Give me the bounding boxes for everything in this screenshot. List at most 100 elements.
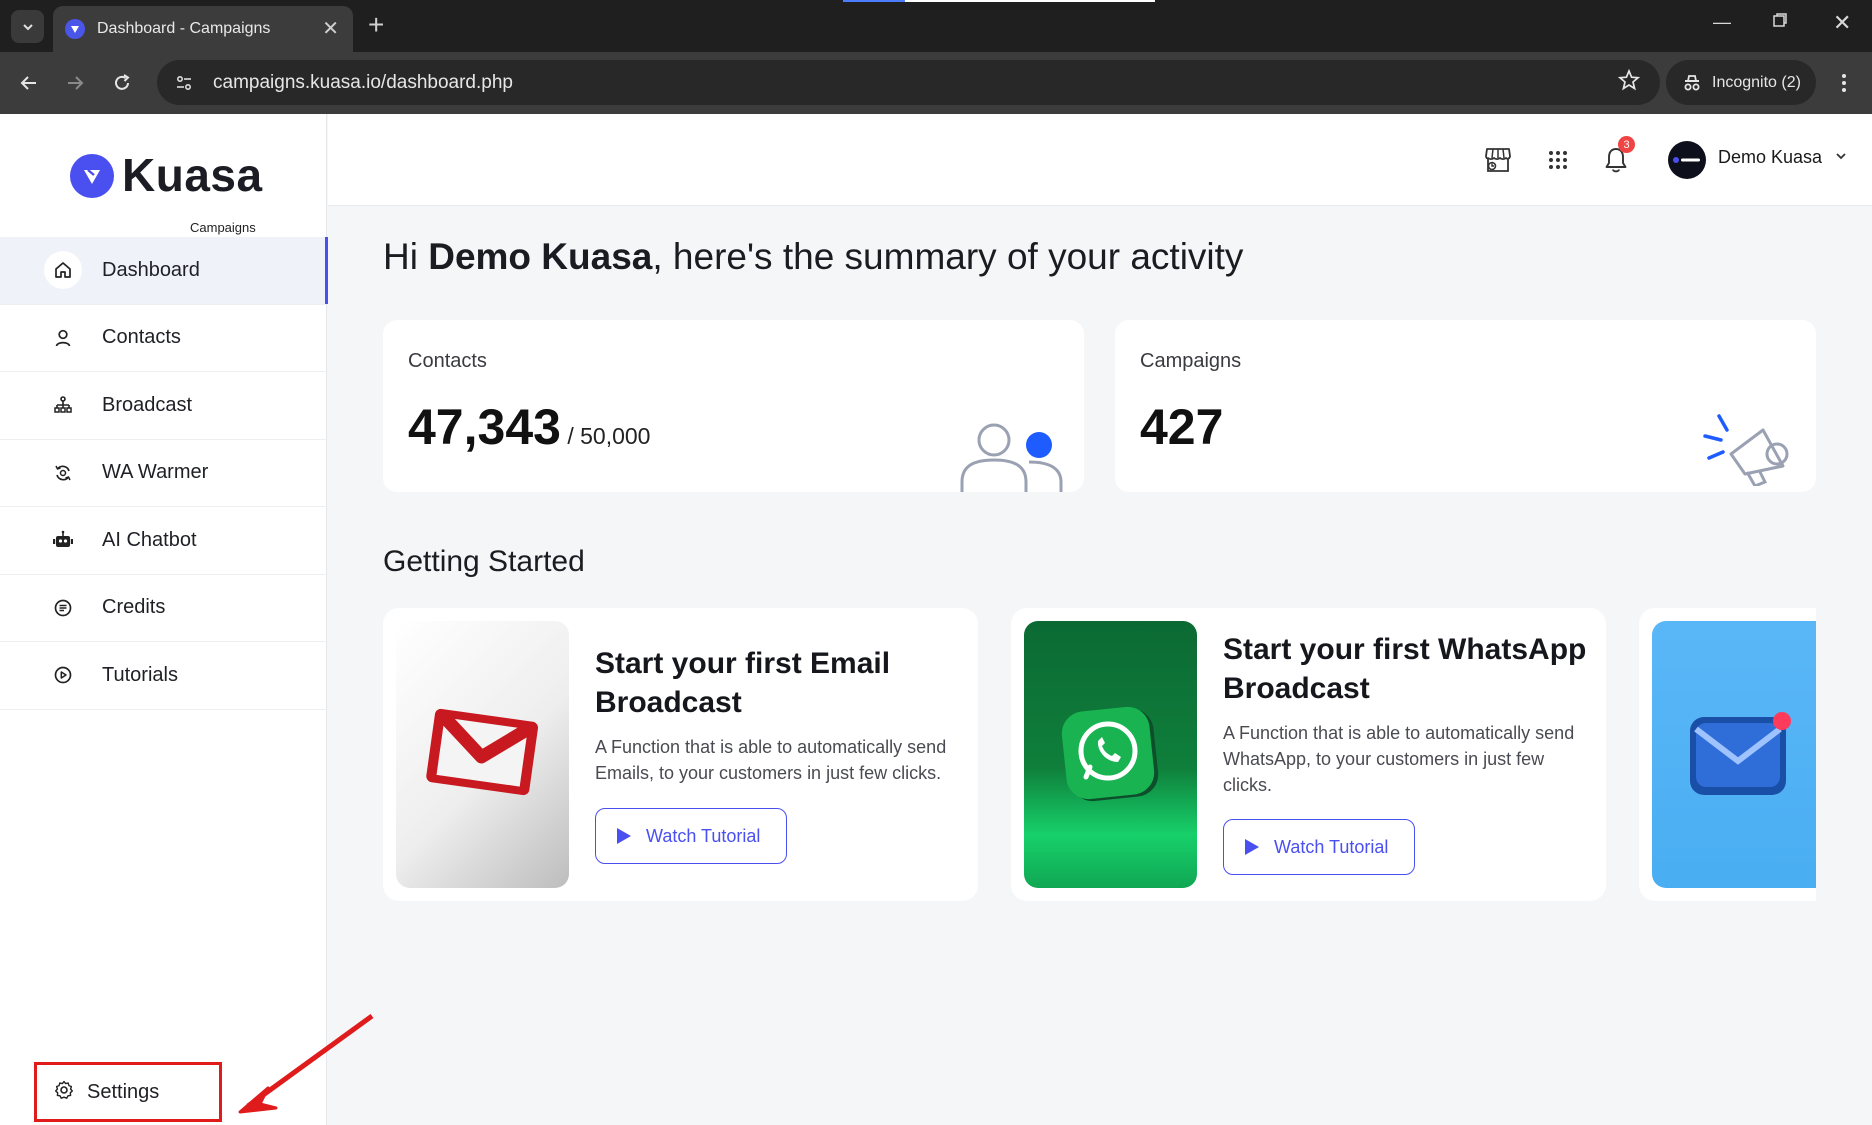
browser-tab-bar: Dashboard - Campaigns ✕ + — ✕	[0, 0, 1872, 52]
bookmark-star-icon[interactable]	[1617, 68, 1641, 96]
sidebar-item-label: Settings	[87, 1080, 160, 1103]
incognito-label: Incognito (2)	[1712, 73, 1801, 91]
kuasa-logo[interactable]: Kuasa Campaigns	[70, 144, 270, 235]
avatar[interactable]	[1668, 141, 1706, 179]
arrow-right-icon	[68, 76, 84, 90]
gear-icon	[53, 1079, 75, 1106]
browser-tab-active[interactable]: Dashboard - Campaigns ✕	[53, 6, 353, 52]
whatsapp-broadcast-card: Start your first WhatsApp Broadcast A Fu…	[1011, 608, 1606, 901]
card-description: A Function that is able to automatically…	[1223, 723, 1575, 795]
play-icon	[617, 828, 631, 844]
tab-search-button[interactable]	[11, 10, 44, 43]
browser-toolbar: campaigns.kuasa.io/dashboard.php Incogni…	[0, 52, 1872, 114]
store-icon[interactable]	[1480, 142, 1516, 178]
minimize-icon[interactable]: —	[1713, 12, 1731, 33]
sidebar-item-label: Broadcast	[102, 393, 193, 416]
sidebar-item-label: Dashboard	[102, 258, 200, 281]
warmer-icon	[44, 454, 82, 492]
forward-button[interactable]	[60, 68, 90, 98]
card-description: A Function that is able to automatically…	[595, 737, 947, 783]
chevron-down-icon[interactable]	[1834, 149, 1848, 163]
restore-icon[interactable]	[1772, 12, 1788, 33]
contacts-stat-value: 47,343 / 50,000	[408, 398, 650, 456]
notification-badge: 3	[1618, 136, 1635, 153]
card-title: Start your first Email Broadcast	[595, 647, 891, 719]
whatsapp-icon	[1061, 706, 1159, 802]
greeting-prefix: Hi	[383, 236, 429, 277]
arrow-left-icon	[20, 76, 36, 90]
getting-started-heading: Getting Started	[383, 545, 585, 578]
sidebar-item-label: Tutorials	[102, 663, 178, 686]
sidebar-item-credits[interactable]: Credits	[0, 575, 327, 642]
contacts-illustration-icon	[960, 423, 1063, 492]
sidebar-item-broadcast[interactable]: Broadcast	[0, 372, 327, 440]
user-name[interactable]: Demo Kuasa	[1718, 147, 1822, 168]
incognito-indicator[interactable]: Incognito (2)	[1666, 60, 1816, 105]
play-icon	[1245, 839, 1259, 855]
notification-bell-button[interactable]: 3	[1598, 136, 1635, 178]
reload-icon	[115, 74, 130, 90]
url-text: campaigns.kuasa.io/dashboard.php	[213, 71, 513, 93]
incognito-icon	[1684, 74, 1700, 90]
megaphone-icon	[1703, 414, 1789, 486]
address-bar[interactable]: campaigns.kuasa.io/dashboard.php	[157, 60, 1660, 105]
sidebar-item-settings[interactable]: Settings	[34, 1062, 222, 1122]
contacts-stat-card[interactable]: Contacts 47,343 / 50,000	[383, 320, 1084, 492]
annotation-arrow-icon	[238, 1013, 374, 1114]
campaigns-stat-card[interactable]: Campaigns 427	[1115, 320, 1816, 492]
sidebar-item-ai-chatbot[interactable]: AI Chatbot	[0, 507, 327, 575]
logo-subtitle: Campaigns	[190, 220, 256, 235]
contacts-limit: / 50,000	[560, 423, 651, 449]
sidebar: Kuasa Campaigns Dashboard Contacts Broad…	[0, 114, 328, 1125]
close-tab-icon[interactable]: ✕	[322, 19, 339, 39]
contacts-count: 47,343	[408, 399, 561, 455]
reload-button[interactable]	[107, 68, 137, 98]
sidebar-item-label: WA Warmer	[102, 461, 209, 484]
app-header: 3 Demo Kuasa	[328, 114, 1872, 206]
campaigns-stat-label: Campaigns	[1140, 350, 1242, 372]
envelope-icon	[1690, 712, 1791, 795]
greeting-user-name: Demo Kuasa	[428, 236, 653, 277]
campaigns-stat-value: 427	[1140, 399, 1224, 455]
chevron-down-icon	[22, 23, 33, 30]
sidebar-item-dashboard[interactable]: Dashboard	[0, 237, 328, 305]
mail-thumbnail	[1652, 621, 1816, 888]
close-window-icon[interactable]: ✕	[1833, 10, 1851, 36]
button-label: Watch Tutorial	[1274, 836, 1389, 857]
new-tab-button[interactable]: +	[368, 10, 384, 40]
page-title: Hi Demo Kuasa, here's the summary of you…	[383, 236, 1243, 278]
robot-icon	[44, 521, 82, 559]
play-circle-icon	[44, 656, 82, 694]
broadcast-icon	[44, 386, 82, 424]
third-broadcast-card	[1639, 608, 1816, 901]
apps-grid-icon[interactable]	[1540, 142, 1576, 178]
email-thumbnail	[396, 621, 569, 888]
tab-title: Dashboard - Campaigns	[97, 20, 271, 37]
sidebar-item-contacts[interactable]: Contacts	[0, 305, 327, 372]
user-icon	[44, 319, 82, 357]
email-broadcast-card: Start your first Email Broadcast A Funct…	[383, 608, 978, 901]
sidebar-nav: Dashboard Contacts Broadcast WA Warmer A…	[0, 237, 328, 710]
whatsapp-thumbnail	[1024, 621, 1197, 888]
gmail-icon	[426, 708, 539, 796]
home-icon	[44, 251, 82, 290]
watch-tutorial-button[interactable]: Watch Tutorial	[1223, 819, 1415, 875]
sidebar-item-label: Credits	[102, 596, 166, 619]
logo-wordmark: Kuasa	[122, 149, 263, 201]
back-button[interactable]	[14, 68, 44, 98]
sidebar-item-label: Contacts	[102, 326, 181, 349]
contacts-stat-label: Contacts	[408, 350, 487, 372]
kuasa-logo-mark-icon	[70, 154, 114, 198]
site-info-icon[interactable]	[171, 70, 197, 96]
button-label: Watch Tutorial	[646, 825, 761, 846]
sidebar-item-wa-warmer[interactable]: WA Warmer	[0, 440, 327, 507]
watch-tutorial-button[interactable]: Watch Tutorial	[595, 808, 787, 864]
credits-icon	[44, 589, 82, 627]
kuasa-favicon-icon	[65, 19, 85, 39]
loading-bar-progress	[843, 0, 905, 2]
sidebar-item-tutorials[interactable]: Tutorials	[0, 642, 327, 710]
greeting-suffix: , here's the summary of your activity	[652, 236, 1244, 277]
sidebar-item-label: AI Chatbot	[102, 528, 197, 551]
card-title: Start your first WhatsApp Broadcast	[1223, 633, 1587, 705]
browser-menu-icon[interactable]	[1834, 68, 1854, 98]
